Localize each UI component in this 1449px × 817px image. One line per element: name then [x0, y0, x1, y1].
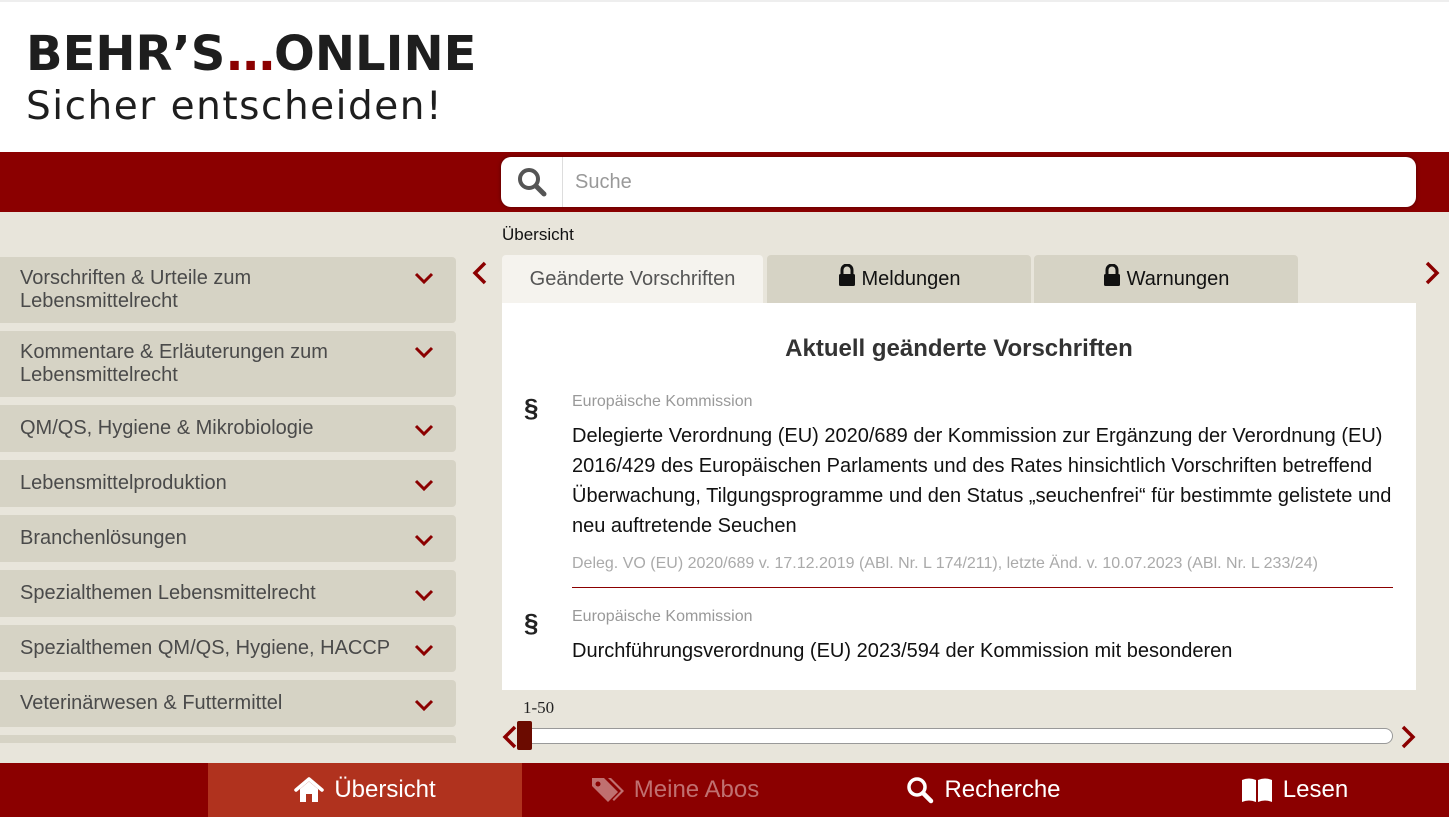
tab-label: Geänderte Vorschriften — [529, 267, 736, 290]
tab-warnungen[interactable]: Warnungen — [1034, 255, 1298, 303]
list-item[interactable]: § Europäische Kommission Delegierte Vero… — [502, 393, 1416, 588]
chevron-down-icon — [414, 534, 434, 547]
chevron-down-icon — [414, 699, 434, 712]
paragraph-icon: § — [524, 608, 539, 638]
divider — [572, 587, 1393, 588]
nav-uebersicht[interactable]: Übersicht — [208, 763, 522, 817]
sidebar-item-vorschriften[interactable]: Vorschriften & Urteile zum Lebensmittelr… — [0, 257, 456, 323]
search-box — [501, 157, 1416, 207]
sidebar-item-qmqs[interactable]: QM/QS, Hygiene & Mikrobiologie — [0, 405, 456, 452]
search-icon — [907, 777, 934, 804]
tab-label: Warnungen — [1126, 267, 1230, 290]
sidebar-item-veterinaer[interactable]: Veterinärwesen & Futtermittel — [0, 680, 456, 727]
chevron-down-icon — [414, 479, 434, 492]
chevron-down-icon — [414, 346, 434, 359]
nav-label: Lesen — [1282, 776, 1349, 803]
sidebar-item-kommentare[interactable]: Kommentare & Erläuterungen zum Lebensmit… — [0, 331, 456, 397]
pager-range-label: 1-50 — [523, 698, 555, 717]
pager-next-arrow-icon[interactable] — [1398, 724, 1418, 750]
entry-title[interactable]: Durchführungsverordnung (EU) 2023/594 de… — [572, 636, 1393, 666]
bottom-nav: Übersicht Meine Abos Recherche Lesen — [0, 763, 1449, 817]
sidebar-item-label: Spezialthemen Lebensmittelrecht — [20, 582, 316, 604]
main-area: Vorschriften & Urteile zum Lebensmittelr… — [0, 212, 1449, 763]
entry-reference: Deleg. VO (EU) 2020/689 v. 17.12.2019 (A… — [572, 555, 1318, 572]
paragraph-icon: § — [524, 393, 539, 423]
logo-brand: BEHR’S...ONLINE — [26, 26, 477, 82]
tab-label: Meldungen — [861, 267, 961, 290]
entry-issuer: Europäische Kommission — [572, 608, 753, 625]
chevron-down-icon — [414, 644, 434, 657]
list-item[interactable]: § Europäische Kommission Durchführungsve… — [502, 608, 1416, 666]
tabs-prev-arrow-icon[interactable] — [470, 260, 490, 286]
content-heading: Aktuell geänderte Vorschriften — [785, 335, 1133, 362]
bottom-nav-spacer — [0, 763, 208, 817]
search-bar — [0, 152, 1449, 212]
nav-lesen[interactable]: Lesen — [1140, 763, 1449, 817]
sidebar-item-label: Kommentare & Erläuterungen zum Lebensmit… — [20, 341, 328, 386]
search-button[interactable] — [501, 157, 563, 207]
chevron-down-icon — [414, 424, 434, 437]
entry-issuer: Europäische Kommission — [572, 393, 753, 410]
lock-icon — [1103, 264, 1120, 286]
nav-label: Meine Abos — [633, 776, 760, 803]
tab-geaenderte-vorschriften[interactable]: Geänderte Vorschriften — [502, 255, 763, 303]
entry-title[interactable]: Delegierte Verordnung (EU) 2020/689 der … — [572, 421, 1393, 541]
sidebar: Vorschriften & Urteile zum Lebensmittelr… — [0, 257, 456, 743]
search-input[interactable] — [563, 157, 1416, 207]
sidebar-item-partial[interactable] — [0, 735, 456, 743]
lock-icon — [838, 264, 855, 286]
sidebar-item-produktion[interactable]: Lebensmittelproduktion — [0, 460, 456, 507]
logo-tagline: Sicher entscheiden! — [26, 84, 444, 129]
sidebar-item-label: Spezialthemen QM/QS, Hygiene, HACCP — [20, 637, 391, 659]
sidebar-item-branchen[interactable]: Branchenlösungen — [0, 515, 456, 562]
sidebar-item-label: Branchenlösungen — [20, 527, 187, 549]
nav-label: Übersicht — [334, 776, 436, 803]
tab-meldungen[interactable]: Meldungen — [767, 255, 1031, 303]
search-icon — [517, 168, 546, 197]
tabs-next-arrow-icon[interactable] — [1422, 260, 1442, 286]
chevron-down-icon — [414, 272, 434, 285]
breadcrumb[interactable]: Übersicht — [502, 225, 574, 245]
header: BEHR’S...ONLINE Sicher entscheiden! — [0, 0, 1449, 152]
home-icon — [294, 777, 325, 802]
sidebar-item-label: Veterinärwesen & Futtermittel — [20, 692, 283, 714]
nav-label: Recherche — [944, 776, 1061, 803]
book-icon — [1241, 778, 1272, 802]
sidebar-item-label: Vorschriften & Urteile zum Lebensmittelr… — [20, 267, 252, 312]
nav-meine-abos[interactable]: Meine Abos — [522, 763, 827, 817]
nav-recherche[interactable]: Recherche — [827, 763, 1140, 817]
chevron-down-icon — [414, 589, 434, 602]
sidebar-item-label: QM/QS, Hygiene & Mikrobiologie — [20, 417, 314, 439]
tags-icon — [591, 778, 624, 802]
pager-slider-thumb[interactable] — [517, 721, 532, 750]
sidebar-item-spezial-qm[interactable]: Spezialthemen QM/QS, Hygiene, HACCP — [0, 625, 456, 672]
sidebar-item-spezial-recht[interactable]: Spezialthemen Lebensmittelrecht — [0, 570, 456, 617]
pager-slider-track[interactable] — [518, 728, 1393, 744]
sidebar-item-label: Lebensmittelproduktion — [20, 472, 227, 494]
content-panel: Aktuell geänderte Vorschriften § Europäi… — [502, 303, 1416, 690]
logo[interactable]: BEHR’S...ONLINE Sicher entscheiden! — [26, 30, 476, 130]
